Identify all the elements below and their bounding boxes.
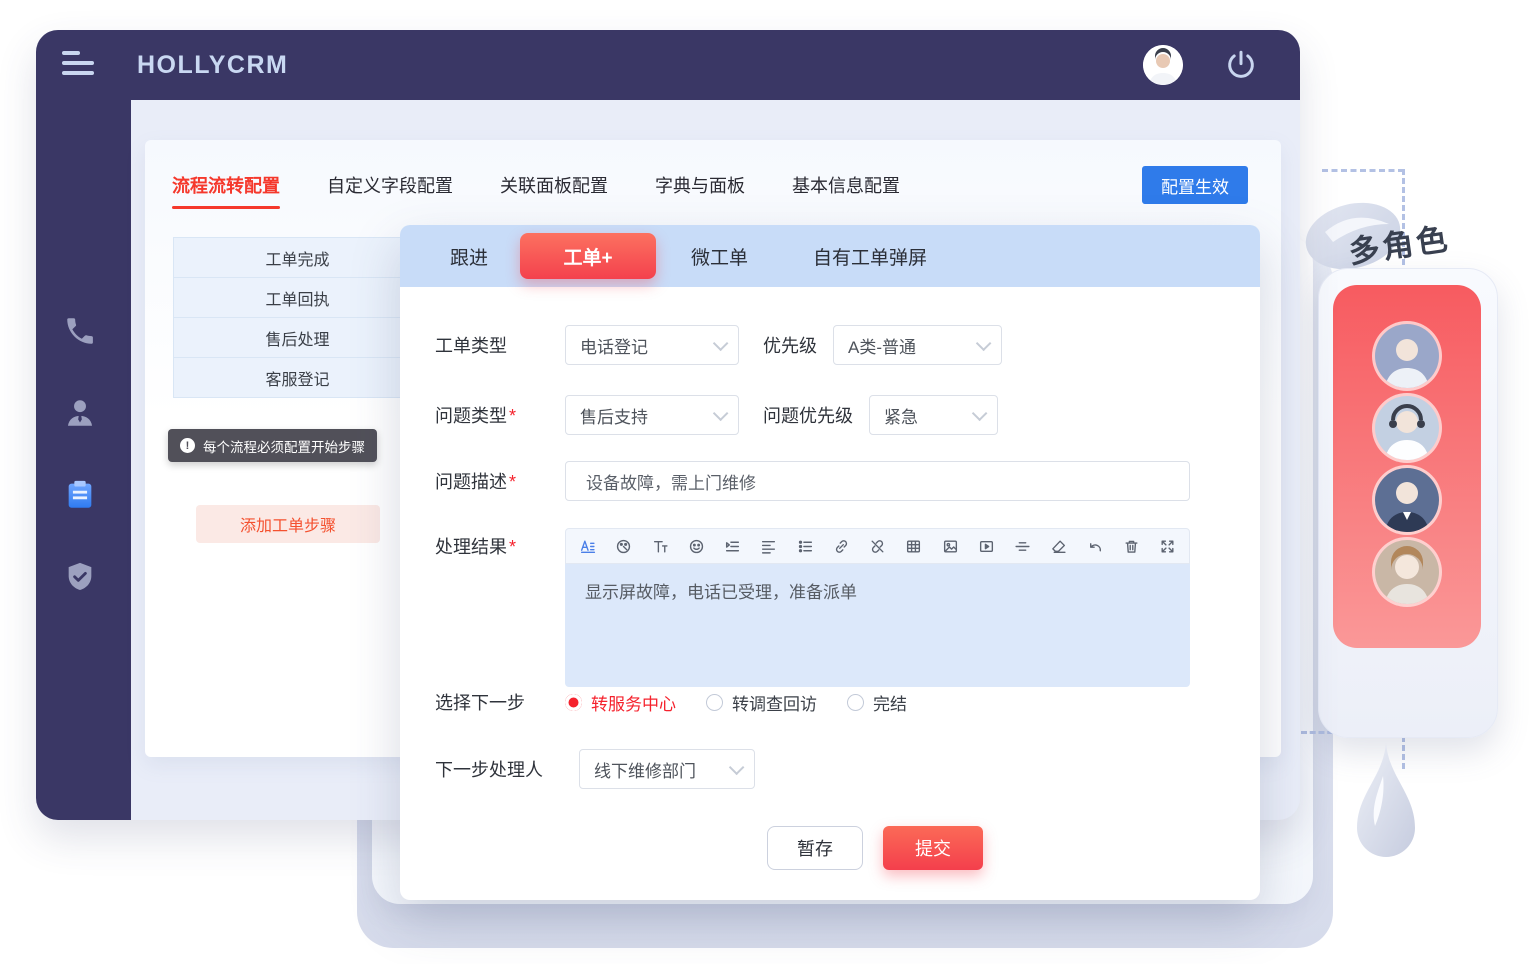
issue-type-label: 问题类型*: [435, 402, 565, 428]
phone-icon[interactable]: [63, 314, 99, 350]
shield-check-icon[interactable]: [63, 560, 99, 596]
issue-type-select[interactable]: 售后支持: [565, 395, 739, 435]
role-avatar-2: [1375, 396, 1439, 460]
submit-button[interactable]: 提交: [883, 826, 983, 870]
tab-basic-info[interactable]: 基本信息配置: [792, 172, 900, 198]
config-tabs: 流程流转配置 自定义字段配置 关联面板配置 字典与面板 基本信息配置: [172, 168, 947, 202]
image-icon[interactable]: [942, 538, 959, 555]
chevron-down-icon: [972, 405, 988, 421]
ticket-modal: 跟进 工单+ 微工单 自有工单弹屏 工单类型 电话登记 优先级 A类-普通 问题…: [400, 225, 1260, 900]
undo-icon[interactable]: [1087, 538, 1104, 555]
tab-follow-up[interactable]: 跟进: [450, 243, 488, 270]
chevron-down-icon: [976, 335, 992, 351]
next-handler-label: 下一步处理人: [435, 756, 579, 782]
menu-icon[interactable]: [62, 51, 96, 79]
step-row-register[interactable]: 客服登记: [174, 358, 421, 398]
tab-dictionary[interactable]: 字典与面板: [655, 172, 745, 198]
tab-flow-config[interactable]: 流程流转配置: [172, 172, 280, 198]
fullscreen-icon[interactable]: [1159, 538, 1176, 555]
link-icon[interactable]: [833, 538, 850, 555]
result-label: 处理结果*: [435, 528, 565, 566]
step-row-receipt[interactable]: 工单回执: [174, 278, 421, 318]
tab-micro-ticket[interactable]: 微工单: [691, 243, 748, 270]
text-format-icon[interactable]: [579, 538, 596, 555]
unlink-icon[interactable]: [869, 538, 886, 555]
drop-decoration: [1357, 742, 1415, 862]
align-left-icon[interactable]: [760, 538, 777, 555]
divider-icon[interactable]: [1014, 538, 1031, 555]
role-avatar-1: [1375, 324, 1439, 388]
step-row-complete[interactable]: 工单完成: [174, 238, 421, 278]
apply-config-button[interactable]: 配置生效: [1142, 166, 1248, 204]
modal-tabs: 跟进 工单+ 微工单 自有工单弹屏: [400, 225, 1260, 287]
issue-desc-label: 问题描述*: [435, 468, 565, 494]
font-size-icon[interactable]: [652, 538, 669, 555]
step-row-aftersales[interactable]: 售后处理: [174, 318, 421, 358]
page: 多角色 HOLLYCRM: [0, 0, 1537, 964]
dashed-line-top: [1322, 169, 1404, 172]
radio-survey-callback[interactable]: 转调查回访: [706, 690, 817, 715]
exclamation-icon: !: [180, 438, 195, 453]
delete-icon[interactable]: [1123, 538, 1140, 555]
required-asterisk: *: [509, 472, 516, 492]
emoji-icon[interactable]: [688, 538, 705, 555]
user-avatar[interactable]: [1143, 45, 1183, 85]
power-icon[interactable]: [1224, 48, 1258, 82]
role-avatar-4: [1375, 540, 1439, 604]
required-asterisk: *: [509, 406, 516, 426]
tab-custom-fields[interactable]: 自定义字段配置: [327, 172, 453, 198]
workflow-tooltip: ! 每个流程必须配置开始步骤: [168, 429, 377, 462]
tab-own-ticket-popup[interactable]: 自有工单弹屏: [813, 243, 927, 270]
indent-icon[interactable]: [724, 538, 741, 555]
radio-service-center[interactable]: 转服务中心: [565, 690, 676, 715]
radio-selected-icon: [565, 694, 582, 711]
side-nav: [36, 100, 131, 820]
add-step-button[interactable]: 添加工单步骤: [196, 505, 380, 543]
workflow-step-list: 工单完成 工单回执 售后处理 客服登记: [173, 237, 422, 398]
tab-ticket-plus[interactable]: 工单+: [520, 233, 656, 279]
next-step-options: 转服务中心 转调查回访 完结: [565, 690, 907, 715]
ticket-type-label: 工单类型: [435, 332, 565, 358]
priority-label: 优先级: [763, 332, 817, 358]
radio-icon: [706, 694, 723, 711]
required-asterisk: *: [509, 537, 516, 557]
top-bar: HOLLYCRM: [36, 30, 1300, 100]
chevron-down-icon: [713, 405, 729, 421]
multi-role-panel: [1318, 268, 1498, 738]
app-title: HOLLYCRM: [137, 30, 288, 100]
ticket-type-select[interactable]: 电话登记: [565, 325, 739, 365]
radio-finish[interactable]: 完结: [847, 690, 907, 715]
chevron-down-icon: [713, 335, 729, 351]
role-avatar-3: [1375, 468, 1439, 532]
video-icon[interactable]: [978, 538, 995, 555]
rich-text-editor: 显示屏故障，电话已受理，准备派单: [565, 528, 1190, 687]
editor-toolbar: [565, 528, 1190, 564]
chevron-down-icon: [729, 759, 745, 775]
priority-select[interactable]: A类-普通: [833, 325, 1002, 365]
clipboard-icon[interactable]: [63, 478, 99, 514]
next-handler-select[interactable]: 线下维修部门: [579, 749, 755, 789]
issue-desc-input[interactable]: [565, 461, 1190, 501]
issue-priority-select[interactable]: 紧急: [869, 395, 998, 435]
avatar-strip: [1333, 285, 1481, 648]
person-icon[interactable]: [63, 396, 99, 432]
palette-icon[interactable]: [615, 538, 632, 555]
next-step-label: 选择下一步: [435, 689, 565, 715]
eraser-icon[interactable]: [1050, 538, 1067, 555]
save-draft-button[interactable]: 暂存: [767, 826, 863, 870]
issue-priority-label: 问题优先级: [763, 402, 853, 428]
table-icon[interactable]: [905, 538, 922, 555]
editor-textarea[interactable]: 显示屏故障，电话已受理，准备派单: [565, 564, 1190, 687]
radio-icon: [847, 694, 864, 711]
list-icon[interactable]: [797, 538, 814, 555]
tab-linked-panel[interactable]: 关联面板配置: [500, 172, 608, 198]
tooltip-text: 每个流程必须配置开始步骤: [203, 436, 365, 456]
